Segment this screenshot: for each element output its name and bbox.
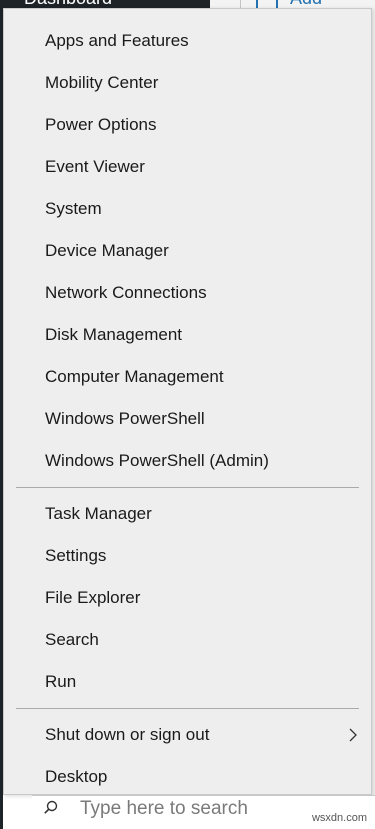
menu-item-run[interactable]: Run	[4, 661, 371, 703]
watermark: wsxdn.com	[311, 812, 367, 824]
menu-item-event-viewer[interactable]: Event Viewer	[4, 146, 371, 188]
chevron-right-icon	[349, 728, 357, 742]
menu-item-disk-management[interactable]: Disk Management	[4, 314, 371, 356]
menu-item-power-options[interactable]: Power Options	[4, 104, 371, 146]
menu-item-label: Shut down or sign out	[45, 725, 210, 744]
menu-item-computer-management[interactable]: Computer Management	[4, 356, 371, 398]
divider	[240, 0, 241, 8]
menu-item-file-explorer[interactable]: File Explorer	[4, 577, 371, 619]
menu-item-network-connections[interactable]: Network Connections	[4, 272, 371, 314]
menu-item-shut-down-or-sign-out[interactable]: Shut down or sign out	[4, 714, 371, 756]
menu-item-task-manager[interactable]: Task Manager	[4, 493, 371, 535]
taskbar-search-box[interactable]: Type here to search wsxdn.com	[32, 795, 375, 829]
menu-separator	[16, 487, 359, 488]
background-admin-sidebar: Dashboard	[0, 0, 210, 8]
search-placeholder: Type here to search	[80, 798, 248, 819]
menu-item-apps-and-features[interactable]: Apps and Features	[4, 20, 371, 62]
menu-item-windows-powershell[interactable]: Windows PowerShell	[4, 398, 371, 440]
menu-item-search[interactable]: Search	[4, 619, 371, 661]
background-toolbar: Add Media	[210, 0, 375, 29]
menu-separator	[16, 708, 359, 709]
menu-item-device-manager[interactable]: Device Manager	[4, 230, 371, 272]
search-icon	[44, 800, 58, 814]
menu-item-settings[interactable]: Settings	[4, 535, 371, 577]
menu-item-desktop[interactable]: Desktop	[4, 756, 371, 798]
winx-context-menu: Apps and Features Mobility Center Power …	[3, 8, 372, 795]
menu-item-system[interactable]: System	[4, 188, 371, 230]
menu-item-mobility-center[interactable]: Mobility Center	[4, 62, 371, 104]
menu-item-windows-powershell-admin[interactable]: Windows PowerShell (Admin)	[4, 440, 371, 482]
